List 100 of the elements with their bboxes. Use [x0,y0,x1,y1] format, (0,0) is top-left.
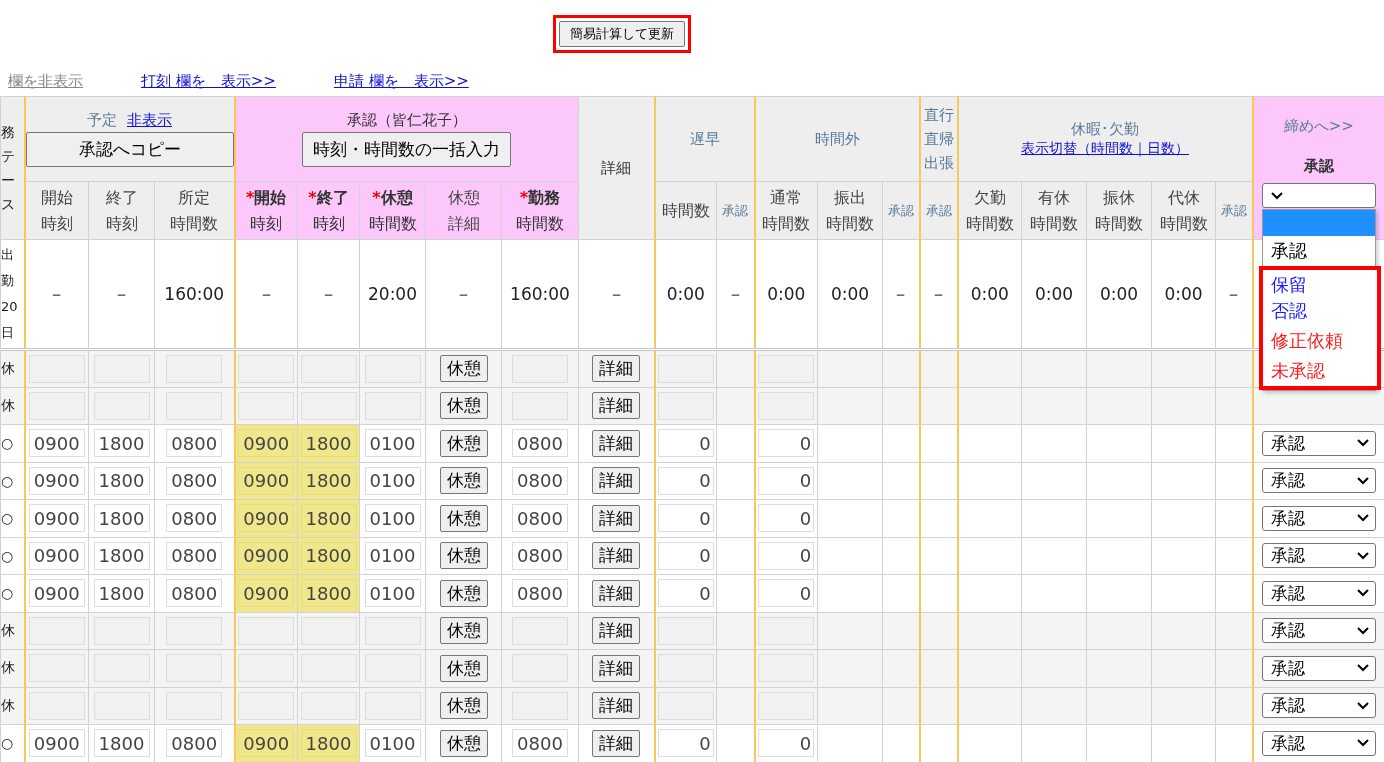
column-header: 承認 [925,201,952,220]
time-field[interactable]: 0800 [166,466,223,495]
break-button[interactable]: 休憩 [439,392,488,420]
time-field[interactable]: 0900 [28,466,85,495]
approval-select[interactable]: 承認 [1261,580,1376,606]
time-field[interactable]: 1800 [93,466,150,495]
time-field[interactable]: 0900 [238,579,295,608]
hours-field[interactable]: 0 [758,579,815,608]
hours-field[interactable]: 0 [657,504,714,533]
time-field[interactable]: 0800 [166,729,223,758]
time-field[interactable]: 0100 [364,466,421,495]
dropdown-option[interactable]: 承認 [1262,236,1375,266]
detail-button[interactable]: 詳細 [592,729,641,757]
update-button[interactable]: 簡易計算して更新 [559,20,685,47]
time-field[interactable]: 0900 [28,504,85,533]
approval-select[interactable]: 承認 [1261,430,1376,456]
detail-button[interactable]: 詳細 [592,692,641,720]
break-button[interactable]: 休憩 [439,429,488,457]
time-field[interactable]: 0900 [28,541,85,570]
time-field[interactable]: 0800 [512,729,568,758]
hours-field[interactable]: 0 [657,429,714,458]
time-field[interactable]: 1800 [300,579,357,608]
time-field[interactable]: 1800 [300,429,357,458]
break-button[interactable]: 休憩 [439,579,488,607]
time-field[interactable]: 1800 [300,729,357,758]
time-field[interactable]: 0900 [28,429,85,458]
approval-select[interactable]: 承認 [1261,505,1376,531]
hours-field[interactable]: 0 [758,541,815,570]
break-button[interactable]: 休憩 [439,504,488,532]
time-field[interactable]: 0900 [238,504,295,533]
detail-button[interactable]: 詳細 [592,542,641,570]
detail-button[interactable]: 詳細 [592,392,641,420]
break-button[interactable]: 休憩 [439,654,488,682]
detail-button[interactable]: 詳細 [592,429,641,457]
break-button[interactable]: 休憩 [439,729,488,757]
column-toggle-link[interactable]: 欄を非表示 [8,72,83,91]
hours-field[interactable]: 0 [758,504,815,533]
time-field[interactable]: 0100 [364,579,421,608]
break-button[interactable]: 休憩 [439,355,488,383]
detail-button[interactable]: 詳細 [592,355,641,383]
time-field[interactable]: 1800 [93,504,150,533]
bulk-input-button[interactable]: 時刻・時間数の一括入力 [302,132,512,167]
column-header: 通常 時間数 [762,186,811,235]
time-field[interactable]: 0800 [166,504,223,533]
time-field[interactable]: 0800 [512,579,568,608]
time-field[interactable]: 0900 [238,466,295,495]
time-field[interactable]: 0100 [364,729,421,758]
hours-field[interactable]: 0 [758,429,815,458]
time-field[interactable]: 0100 [364,429,421,458]
time-field[interactable]: 1800 [93,541,150,570]
hours-field[interactable]: 0 [657,729,714,758]
detail-button[interactable]: 詳細 [592,504,641,532]
approval-select[interactable]: 承認 [1261,468,1376,494]
column-toggle-link[interactable]: 打刻 欄を 表示>> [141,72,276,91]
time-field[interactable]: 1800 [93,729,150,758]
time-field[interactable]: 0900 [28,729,85,758]
time-field[interactable]: 0900 [28,579,85,608]
break-button[interactable]: 休憩 [439,542,488,570]
dropdown-option[interactable]: 保留 [1262,270,1377,296]
detail-button[interactable]: 詳細 [592,617,641,645]
hours-field[interactable]: 0 [657,541,714,570]
detail-button[interactable]: 詳細 [592,579,641,607]
time-field[interactable]: 0800 [166,541,223,570]
time-field[interactable]: 1800 [93,429,150,458]
hours-field[interactable]: 0 [758,729,815,758]
time-field[interactable]: 0100 [364,541,421,570]
copy-button[interactable]: 承認へコピー [25,132,234,167]
approval-select[interactable]: 承認 [1261,693,1376,719]
detail-button[interactable]: 詳細 [592,654,641,682]
time-field[interactable]: 0800 [512,429,568,458]
hide-link[interactable]: 非表示 [127,111,172,130]
time-field[interactable]: 0100 [364,504,421,533]
dropdown-option[interactable]: 修正依頼 [1262,326,1377,356]
approval-select[interactable]: 承認 [1261,618,1376,644]
time-field[interactable]: 0800 [166,579,223,608]
break-button[interactable]: 休憩 [439,692,488,720]
break-button[interactable]: 休憩 [439,617,488,645]
dropdown-option[interactable]: 否認 [1262,296,1377,326]
time-field[interactable]: 0800 [166,429,223,458]
approval-select[interactable]: 承認 [1261,655,1376,681]
time-field[interactable]: 0800 [512,466,568,495]
break-button[interactable]: 休憩 [439,467,488,495]
time-field[interactable]: 1800 [300,504,357,533]
hours-field[interactable]: 0 [657,579,714,608]
time-field[interactable]: 0800 [512,504,568,533]
time-field[interactable]: 1800 [93,579,150,608]
hours-field[interactable]: 0 [657,466,714,495]
time-field[interactable]: 0900 [238,541,295,570]
time-field[interactable]: 0800 [512,541,568,570]
approval-select[interactable]: 承認 [1261,543,1376,569]
time-field[interactable]: 1800 [300,541,357,570]
column-toggle-link[interactable]: 申請 欄を 表示>> [333,72,469,91]
approval-select[interactable]: 承認 [1261,730,1376,756]
approval-select[interactable] [1261,183,1376,208]
time-field[interactable]: 1800 [300,466,357,495]
detail-button[interactable]: 詳細 [592,467,641,495]
time-field[interactable]: 0900 [238,729,295,758]
hours-field[interactable]: 0 [758,466,815,495]
time-field[interactable]: 0900 [238,429,295,458]
display-toggle-link[interactable]: 表示切替（時間数｜日数） [1021,140,1190,156]
